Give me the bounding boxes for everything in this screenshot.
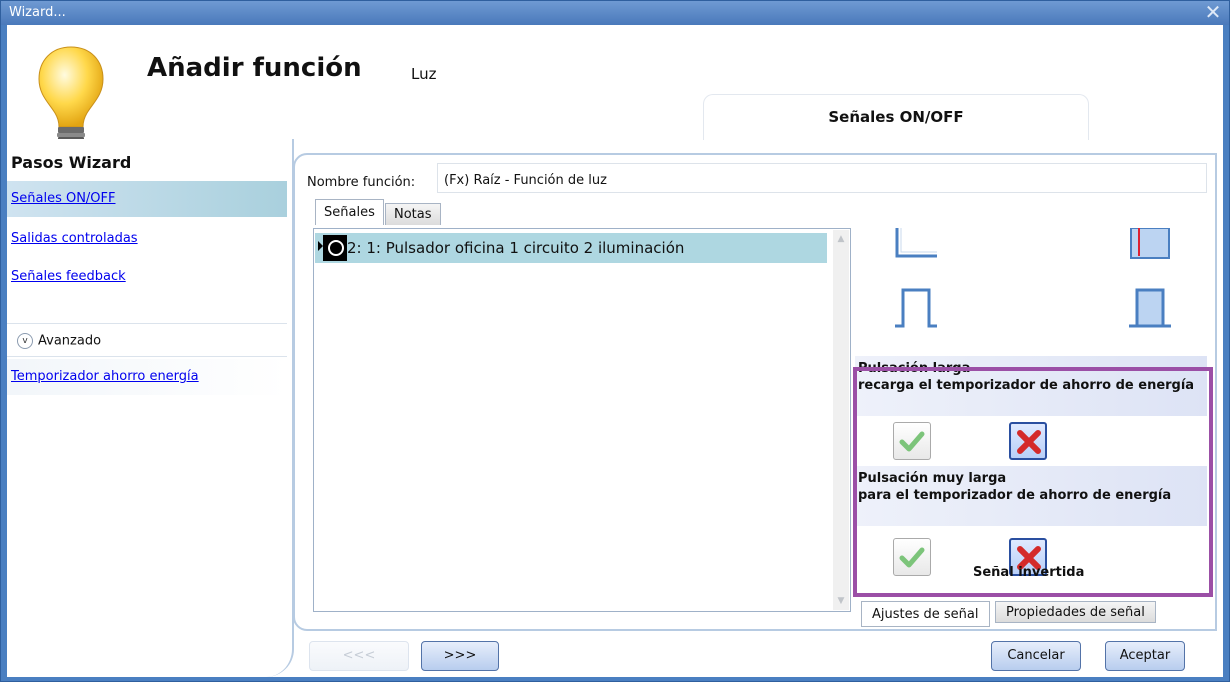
signal-normal-icon[interactable] [893, 228, 939, 264]
tab-signal-properties[interactable]: Propiedades de señal [995, 601, 1156, 623]
window-title: Wizard... [9, 5, 66, 20]
tab-notes[interactable]: Notas [385, 203, 441, 225]
wizard-window: Wizard... ✕ Añadir función Luz Señales O… [0, 0, 1230, 682]
function-name-label: Nombre función: [307, 175, 416, 190]
signals-list: 2: 1: Pulsador oficina 1 circuito 2 ilum… [313, 228, 851, 612]
tab-signals[interactable]: Señales [315, 199, 384, 225]
current-step-tab: Señales ON/OFF [703, 94, 1089, 140]
cancel-button[interactable]: Cancelar [991, 641, 1081, 671]
signal-inverted-icon[interactable] [1127, 228, 1173, 264]
pulse-normal-icon[interactable] [893, 284, 939, 330]
sidebar-item-feedback-signals[interactable]: Señales feedback [7, 259, 287, 295]
wizard-steps-pane: Pasos Wizard Señales ON/OFF Salidas cont… [7, 139, 294, 677]
close-icon[interactable]: ✕ [1203, 2, 1223, 22]
title-bar: Wizard... ✕ [1, 1, 1229, 25]
list-item[interactable]: 2: 1: Pulsador oficina 1 circuito 2 ilum… [315, 233, 827, 263]
sidebar-item-controlled-outputs[interactable]: Salidas controladas [7, 221, 287, 257]
function-name-input[interactable]: (Fx) Raíz - Función de luz [437, 163, 1207, 193]
chevron-down-icon: v [17, 333, 33, 349]
step-content-frame: Nombre función: (Fx) Raíz - Función de l… [293, 153, 1217, 631]
sidebar-item-signals-on-off[interactable]: Señales ON/OFF [7, 181, 287, 217]
list-scrollbar[interactable]: ▲ ▼ [833, 230, 849, 610]
signal-label: 2: 1: Pulsador oficina 1 circuito 2 ilum… [347, 239, 685, 257]
pulse-filled-icon[interactable] [1127, 284, 1173, 330]
advanced-label: Avanzado [38, 333, 102, 349]
page-title: Añadir función [147, 53, 362, 83]
sidebar-item-energy-saving-timer[interactable]: Temporizador ahorro energía [7, 359, 287, 395]
tab-signal-settings[interactable]: Ajustes de señal [861, 601, 990, 627]
advanced-section-toggle[interactable]: v Avanzado [7, 323, 287, 357]
back-button[interactable]: <<< [309, 641, 409, 671]
accept-button[interactable]: Aceptar [1105, 641, 1185, 671]
next-button[interactable]: >>> [421, 641, 499, 671]
pushbutton-icon [323, 235, 347, 261]
wizard-steps-title: Pasos Wizard [11, 153, 132, 172]
highlight-box [853, 367, 1213, 597]
scroll-down-icon[interactable]: ▼ [833, 594, 849, 608]
page-subtitle: Luz [411, 65, 437, 83]
wizard-client: Añadir función Luz Señales ON/OFF Pasos … [7, 25, 1223, 677]
scroll-up-icon[interactable]: ▲ [833, 232, 849, 246]
